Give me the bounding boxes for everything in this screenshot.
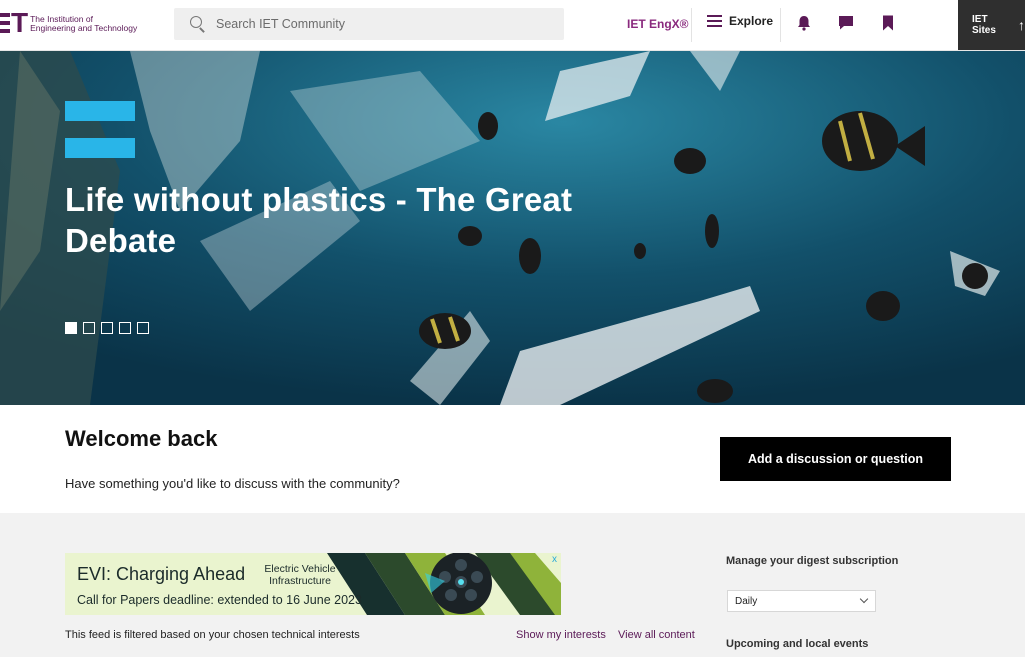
iet-sites-label: IET Sites [972, 14, 996, 36]
logo-text: The Institution of Engineering and Techn… [30, 15, 137, 33]
search-icon[interactable] [190, 16, 206, 32]
ad-close-icon[interactable]: x [552, 554, 557, 565]
logo-text-line2: Engineering and Technology [30, 23, 138, 33]
welcome-prompt: Have something you'd like to discuss wit… [65, 476, 400, 491]
explore-menu-button[interactable]: Explore [707, 14, 773, 28]
iet-logo[interactable]: T The Institution of Engineering and Tec… [0, 9, 137, 37]
iet-logo-mark: T [0, 9, 28, 37]
welcome-title: Welcome back [65, 426, 218, 451]
carousel-dot-2[interactable] [83, 322, 95, 334]
digest-frequency-select[interactable]: Daily [727, 590, 876, 612]
hero-title[interactable]: Life without plastics - The Great Debate [65, 179, 605, 261]
digest-selected-value: Daily [735, 595, 758, 607]
logo-letter: T [11, 7, 29, 38]
feed-filter-note: This feed is filtered based on your chos… [65, 629, 360, 641]
iet-sites-button[interactable]: IET Sites ↑ [958, 0, 1025, 50]
search-bar[interactable] [174, 8, 564, 40]
engx-link[interactable]: IET EngX® [627, 17, 689, 31]
chat-icon[interactable] [837, 14, 855, 32]
carousel-indicators [65, 322, 149, 334]
logo-bars [0, 11, 10, 35]
chevron-down-icon [859, 594, 869, 604]
top-header: T The Institution of Engineering and Tec… [0, 0, 1025, 51]
view-all-content-link[interactable]: View all content [618, 629, 695, 641]
hero-accent-bar [65, 138, 135, 158]
explore-label: Explore [729, 14, 774, 28]
hero-carousel[interactable]: Life without plastics - The Great Debate [0, 51, 1025, 405]
digest-title: Manage your digest subscription [726, 555, 899, 567]
ad-subtitle: Electric Vehicle Infrastructure [255, 563, 345, 587]
header-divider [780, 8, 781, 42]
hamburger-icon [707, 15, 722, 27]
header-divider [691, 8, 692, 42]
feed-section: EVI: Charging Ahead Electric Vehicle Inf… [0, 513, 1025, 657]
ad-subtitle-line1: Electric Vehicle [264, 563, 336, 575]
carousel-dot-4[interactable] [119, 322, 131, 334]
add-discussion-button[interactable]: Add a discussion or question [720, 437, 951, 481]
carousel-dot-5[interactable] [137, 322, 149, 334]
hero-accent-bar [65, 101, 135, 121]
bookmark-icon[interactable] [879, 14, 897, 32]
arrow-up-icon: ↑ [1018, 17, 1025, 33]
ad-title: EVI: Charging Ahead [77, 564, 246, 584]
bell-icon[interactable] [795, 14, 813, 32]
ad-banner[interactable]: EVI: Charging Ahead Electric Vehicle Inf… [65, 553, 561, 615]
welcome-section: Welcome back Have something you'd like t… [0, 405, 1025, 513]
ad-cfp-text: Call for Papers deadline: extended to 16… [77, 593, 362, 607]
ad-subtitle-line2: Infrastructure [269, 575, 331, 587]
search-input[interactable] [216, 17, 536, 31]
show-my-interests-link[interactable]: Show my interests [516, 629, 606, 641]
carousel-dot-3[interactable] [101, 322, 113, 334]
events-title: Upcoming and local events [726, 638, 869, 650]
carousel-dot-1[interactable] [65, 322, 77, 334]
